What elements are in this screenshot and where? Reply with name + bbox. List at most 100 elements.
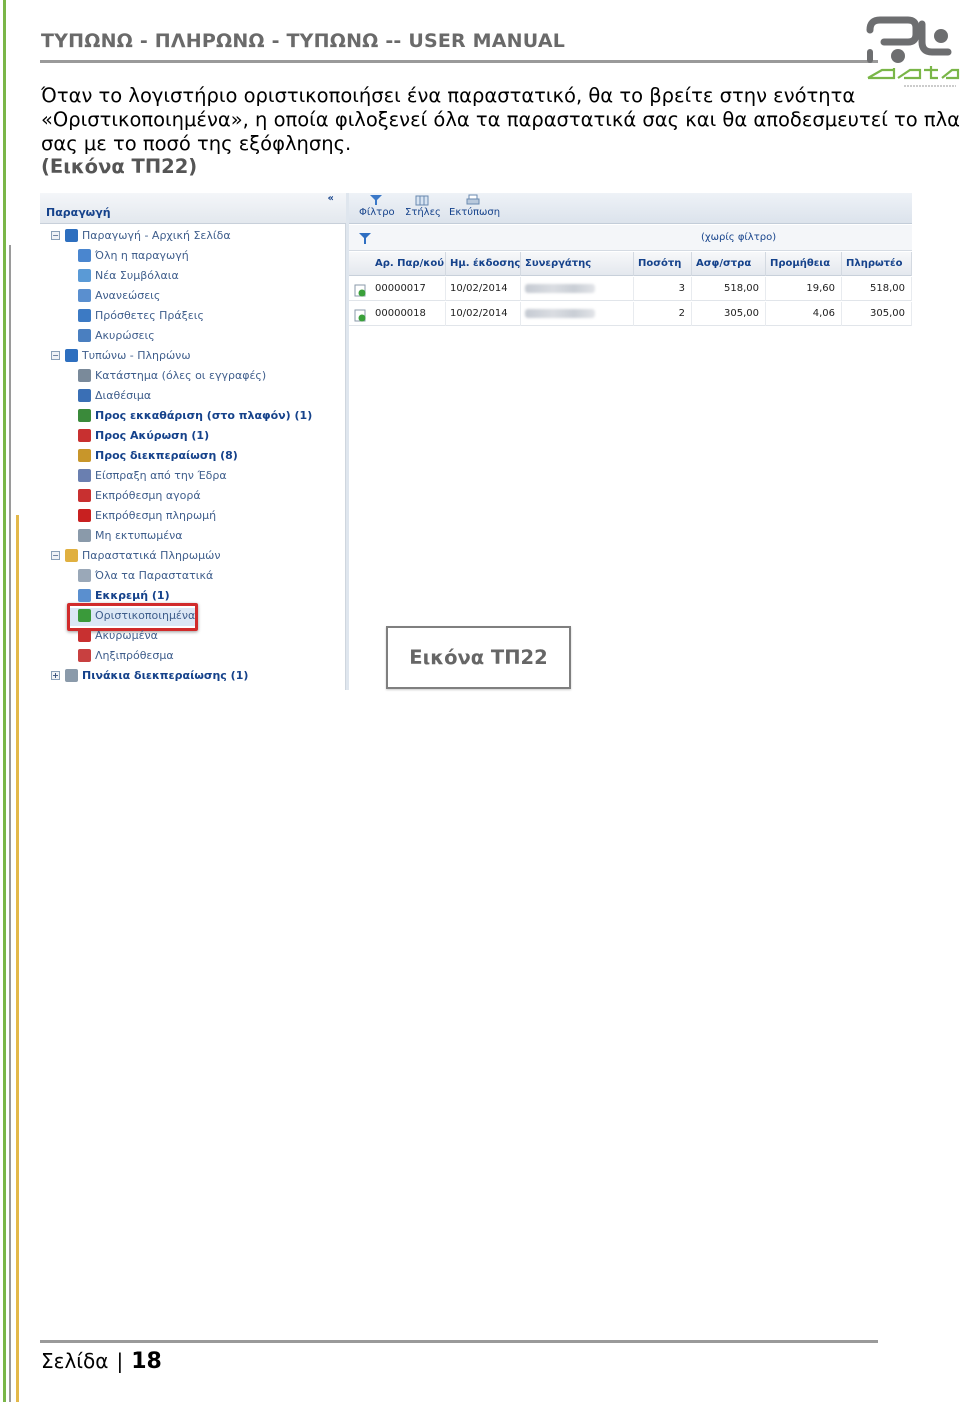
filter-button[interactable]: Φίλτρο xyxy=(359,193,395,224)
tree-item-label: Διαθέσιμα xyxy=(95,389,152,402)
column-header[interactable]: Συνεργάτης xyxy=(521,252,634,276)
filter-status-icon[interactable] xyxy=(358,231,372,245)
tree-item-label: Τυπώνω - Πληρώνω xyxy=(82,349,191,362)
table-row[interactable]: 00000018 10/02/2014 2 305,00 4,06 305,00 xyxy=(349,302,912,326)
table-cell: 19,60 xyxy=(766,277,842,301)
filter-bar: (χωρίς φίλτρο) xyxy=(349,225,912,251)
collapse-icon[interactable]: − xyxy=(51,351,60,360)
left-yellow-bar xyxy=(16,515,19,1402)
tree-item-label: Ανανεώσεις xyxy=(95,289,161,302)
tree-item-label: Πρόσθετες Πράξεις xyxy=(95,309,204,322)
collapse-icon[interactable]: − xyxy=(51,231,60,240)
tree-item[interactable]: Πρόσθετες Πράξεις xyxy=(78,306,204,325)
tree-item[interactable]: Ακυρώσεις xyxy=(78,326,155,345)
header-title: ΤΥΠΩΝΩ - ΠΛΗΡΩΝΩ - ΤΥΠΩΝΩ -- USER MANUAL xyxy=(41,30,566,52)
tree-item[interactable]: Ληξιπρόθεσμα xyxy=(78,646,174,665)
table-cell: 4,06 xyxy=(766,302,842,326)
navigation-tree-panel: Παραγωγή « − Παραγωγή - Αρχική Σελίδα Όλη … xyxy=(40,193,346,690)
tree-item[interactable]: − Παραγωγή - Αρχική Σελίδα xyxy=(51,226,231,245)
figure-reference: (Εικόνα ΤΠ22) xyxy=(41,155,198,178)
column-header[interactable]: Ασφ/στρα xyxy=(692,252,766,276)
database-icon xyxy=(78,249,91,262)
page-label: Σελίδα xyxy=(41,1349,109,1373)
tree-panel-title: Παραγωγή xyxy=(46,206,111,219)
tree-item-label: Προς Ακύρωση (1) xyxy=(95,429,210,442)
tree-item[interactable]: Όλα τα Παραστατικά xyxy=(78,566,213,585)
tree-item[interactable]: Νέα Συμβόλαια xyxy=(78,266,179,285)
redacted-text xyxy=(525,284,595,293)
table-cell: 10/02/2014 xyxy=(446,302,521,326)
tree-item-label: Εκπρόθεσμη πληρωμή xyxy=(95,509,217,522)
tree-item-label: Είσπραξη από την Έδρα xyxy=(95,469,227,482)
tree-item[interactable]: Προς Ακύρωση (1) xyxy=(78,426,209,445)
columns-icon xyxy=(415,195,429,206)
table-cell: 00000017 xyxy=(371,277,446,301)
tree-panel-header: Παραγωγή « xyxy=(40,193,346,224)
grid-toolbar: Φίλτρο Στήλες Εκτύπωση xyxy=(349,193,912,224)
tree-item[interactable]: − Παραστατικά Πληρωμών xyxy=(51,546,220,565)
tree-item-label: Εκπρόθεσμη αγορά xyxy=(95,489,201,502)
column-header[interactable]: Ποσότη xyxy=(634,252,692,276)
print-button[interactable]: Εκτύπωση xyxy=(449,193,500,224)
tree-item-label: Ακυρώσεις xyxy=(95,329,155,342)
table-row[interactable]: 00000017 10/02/2014 3 518,00 19,60 518,00 xyxy=(349,277,912,301)
filter-icon xyxy=(370,195,382,205)
intro-paragraph: Όταν το λογιστήριο οριστικοποιήσει ένα π… xyxy=(41,84,960,156)
footer: Σελίδα | 18 xyxy=(41,1349,162,1374)
tree-item[interactable]: Όλη η παραγωγή xyxy=(78,246,189,265)
header-rule xyxy=(40,60,878,63)
table-cell: 518,00 xyxy=(842,277,912,301)
table-cell: 2 xyxy=(634,302,692,326)
tree-item[interactable]: Εκπρόθεσμη πληρωμή xyxy=(78,506,216,525)
tree-item[interactable]: Διαθέσιμα xyxy=(78,386,151,405)
link-icon xyxy=(78,469,91,482)
intro-line: Όταν το λογιστήριο οριστικοποιήσει ένα π… xyxy=(41,84,856,107)
gears-icon xyxy=(78,369,91,382)
list-icon xyxy=(65,669,78,682)
column-header[interactable]: Πληρωτέο xyxy=(842,252,912,276)
column-header[interactable]: Αρ. Παρ/κού xyxy=(371,252,446,276)
tree-item[interactable]: Ανανεώσεις xyxy=(78,286,160,305)
tree-item-label: Οριστικοποιημένα xyxy=(95,609,196,622)
tree-item-label: Προς εκκαθάριση (στο πλαφόν) (1) xyxy=(95,409,313,422)
column-header[interactable]: Ημ. έκδοσης xyxy=(446,252,521,276)
tree-item-label: Μη εκτυπωμένα xyxy=(95,529,183,542)
expand-icon[interactable]: + xyxy=(51,671,60,680)
printer-icon xyxy=(466,194,480,205)
columns-button[interactable]: Στήλες xyxy=(405,193,441,224)
finalized-document-icon xyxy=(354,282,367,297)
cancel-icon xyxy=(78,329,91,342)
company-logo xyxy=(866,16,960,87)
flag-icon xyxy=(78,509,91,522)
app-screenshot: Παραγωγή « − Παραγωγή - Αρχική Σελίδα Όλη … xyxy=(40,193,912,690)
collapse-icon[interactable]: − xyxy=(51,551,60,560)
tree-item-label: Νέα Συμβόλαια xyxy=(95,269,179,282)
redacted-text xyxy=(525,309,595,318)
home-icon xyxy=(65,349,78,362)
tree-item[interactable]: Οριστικοποιημένα xyxy=(78,606,195,625)
tree-item-label: Όλα τα Παραστατικά xyxy=(95,569,214,582)
pending-icon xyxy=(78,589,91,602)
hourglass-icon xyxy=(78,649,91,662)
home-icon xyxy=(65,229,78,242)
tree-item[interactable]: Προς εκκαθάριση (στο πλαφόν) (1) xyxy=(78,406,312,425)
tree-item[interactable]: − Τυπώνω - Πληρώνω xyxy=(51,346,191,365)
printer-icon xyxy=(78,529,91,542)
finalized-document-icon xyxy=(354,307,367,322)
collapse-panel-icon[interactable]: « xyxy=(328,193,334,204)
filter-status: (χωρίς φίλτρο) xyxy=(701,232,777,243)
tree-item[interactable]: Προς διεκπεραίωση (8) xyxy=(78,446,238,465)
tree-item[interactable]: Ακυρωμένα xyxy=(78,626,158,645)
tree-item[interactable]: + Πινάκια διεκπεραίωσης (1) xyxy=(51,666,248,685)
column-header[interactable]: Προμήθεια xyxy=(766,252,842,276)
tree-item[interactable]: Εκκρεμή (1) xyxy=(78,586,170,605)
tree-item-label: Ληξιπρόθεσμα xyxy=(95,649,174,662)
tree-item[interactable]: Είσπραξη από την Έδρα xyxy=(78,466,227,485)
intro-line: σας με το ποσό της εξόφλησης. xyxy=(41,132,352,155)
tree-item[interactable]: Μη εκτυπωμένα xyxy=(78,526,183,545)
tree-item[interactable]: Κατάστημα (όλες οι εγγραφές) xyxy=(78,366,266,385)
tree-item-label: Όλη η παραγωγή xyxy=(95,249,189,262)
columns-button-label: Στήλες xyxy=(405,207,441,218)
tree-item[interactable]: Εκπρόθεσμη αγορά xyxy=(78,486,201,505)
filter-button-label: Φίλτρο xyxy=(359,207,395,218)
